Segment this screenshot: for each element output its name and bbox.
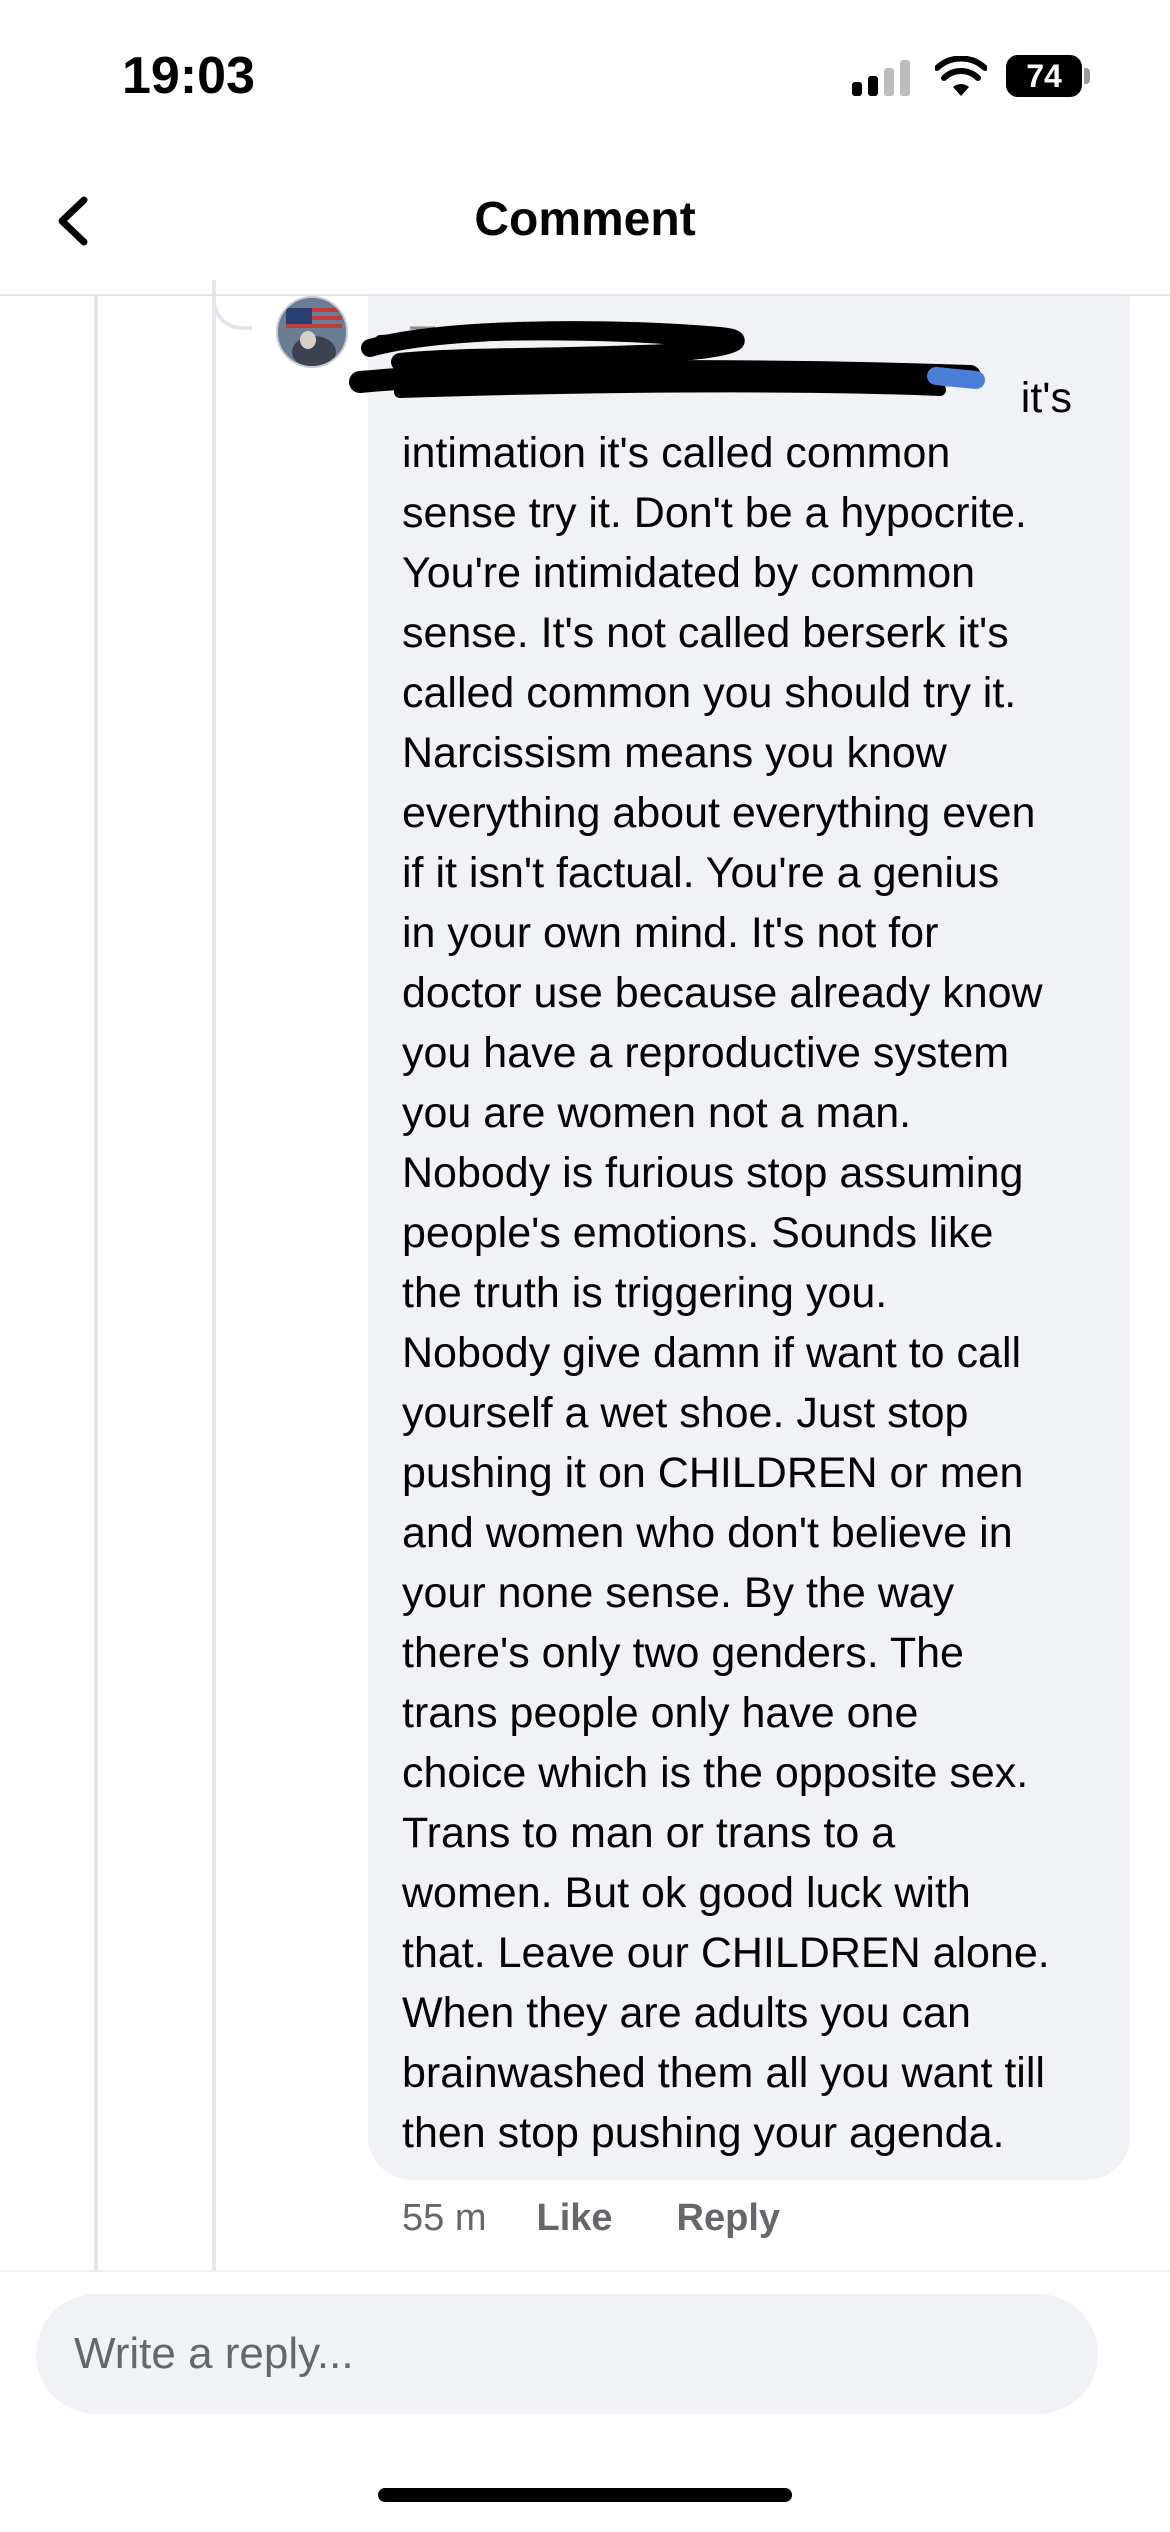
nav-header: Comment	[0, 150, 1170, 296]
comment-screen: 19:03 74 Comment it's intimation it's ca…	[0, 0, 1170, 2532]
like-button[interactable]: Like	[536, 2197, 612, 2240]
status-time: 19:03	[122, 47, 255, 105]
reply-button[interactable]: Reply	[677, 2197, 780, 2240]
wifi-icon	[935, 56, 987, 96]
comment-timestamp: 55 m	[402, 2196, 487, 2239]
page-title: Comment	[474, 193, 696, 246]
cellular-signal-icon	[852, 60, 912, 96]
avatar-image	[278, 298, 346, 366]
reply-composer	[0, 2270, 1170, 2532]
home-indicator[interactable]	[378, 2488, 792, 2502]
battery-level: 74	[1006, 55, 1082, 97]
thread-line	[94, 296, 98, 2270]
comment-first-line: it's	[1020, 374, 1072, 422]
reply-input[interactable]	[36, 2294, 1098, 2414]
status-bar: 19:03 74	[0, 0, 1170, 150]
comment-actions: 55 m Like Reply	[402, 2190, 780, 2246]
battery-icon: 74	[1006, 55, 1090, 97]
reply-thread-line	[212, 296, 216, 2270]
thread-connector	[212, 280, 252, 330]
comment-body: intimation it's called common sense try …	[402, 429, 1050, 2157]
avatar[interactable]	[276, 296, 348, 368]
